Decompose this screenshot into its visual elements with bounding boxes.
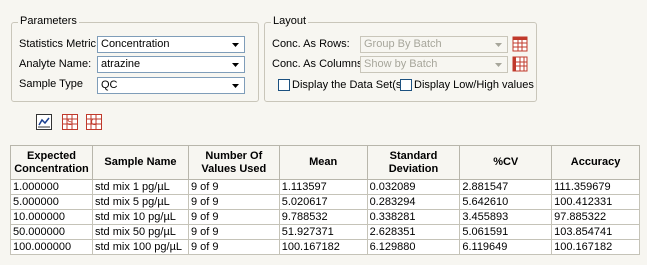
c-grid-icon[interactable]: C	[86, 114, 102, 130]
table-cell[interactable]: std mix 50 pg/µL	[91, 224, 189, 240]
table-cell[interactable]: 6.129880	[366, 239, 461, 255]
table-cell[interactable]: 2.881547	[459, 179, 553, 195]
table-cell[interactable]: 100.412331	[551, 194, 640, 210]
conc-rows-label: Conc. As Rows:	[272, 38, 350, 50]
table-cell[interactable]: 9.788532	[278, 209, 368, 225]
table-cell[interactable]: 1.000000	[10, 179, 93, 195]
table-cell[interactable]: 111.359679	[551, 179, 640, 195]
display-data-set-label[interactable]: Display the Data Set(s)	[292, 79, 405, 91]
table-cell[interactable]: 97.885322	[551, 209, 640, 225]
table-row[interactable]: 1.000000 std mix 1 pg/µL 9 of 9 1.113597…	[10, 179, 640, 195]
display-low-high-label[interactable]: Display Low/High values	[414, 79, 534, 91]
s-grid-icon[interactable]: S	[62, 114, 78, 130]
sample-type-select[interactable]: QC	[97, 77, 245, 94]
svg-text:S: S	[67, 117, 73, 127]
table-cell[interactable]: std mix 5 pg/µL	[91, 194, 189, 210]
statistics-metric-select[interactable]: Concentration	[97, 36, 245, 53]
table-cell[interactable]: 0.032089	[366, 179, 461, 195]
table-cell[interactable]: std mix 10 pg/µL	[91, 209, 189, 225]
table-cell[interactable]: 9 of 9	[187, 224, 280, 240]
layout-title: Layout	[271, 15, 309, 27]
table-row[interactable]: 50.000000 std mix 50 pg/µL 9 of 9 51.927…	[10, 224, 640, 240]
table-cell[interactable]: std mix 100 pg/µL	[91, 239, 189, 255]
line-chart-icon[interactable]	[36, 114, 52, 130]
column-header[interactable]: Sample Name	[91, 145, 189, 180]
statistics-metric-value: Concentration	[101, 38, 170, 50]
conc-rows-value: Group By Batch	[364, 38, 442, 50]
svg-text:C: C	[91, 117, 98, 127]
conc-columns-select[interactable]: Show by Batch	[360, 56, 508, 73]
analyte-name-label: Analyte Name:	[19, 58, 92, 70]
table-cell[interactable]: 9 of 9	[187, 179, 280, 195]
column-header[interactable]: Standard Deviation	[366, 145, 461, 180]
column-header[interactable]: Number Of Values Used	[187, 145, 280, 180]
table-cell[interactable]: 100.000000	[10, 239, 93, 255]
analyte-name-value: atrazine	[101, 58, 141, 70]
table-cell[interactable]: 2.628351	[366, 224, 461, 240]
grid-icon[interactable]	[512, 56, 528, 72]
table-row[interactable]: 10.000000 std mix 10 pg/µL 9 of 9 9.7885…	[10, 209, 640, 225]
column-header[interactable]: %CV	[459, 145, 553, 180]
grid-icon[interactable]	[512, 36, 528, 52]
parameters-title: Parameters	[18, 15, 79, 27]
table-cell[interactable]: 9 of 9	[187, 239, 280, 255]
column-header[interactable]: Accuracy	[551, 145, 640, 180]
table-row[interactable]: 5.000000 std mix 5 pg/µL 9 of 9 5.020617…	[10, 194, 640, 210]
table-row[interactable]: 100.000000 std mix 100 pg/µL 9 of 9 100.…	[10, 239, 640, 255]
display-data-set-checkbox[interactable]	[278, 79, 290, 91]
table-cell[interactable]: 6.119649	[459, 239, 553, 255]
results-table: Expected Concentration Sample Name Numbe…	[10, 145, 640, 255]
display-low-high-checkbox[interactable]	[400, 79, 412, 91]
column-header[interactable]: Expected Concentration	[10, 145, 93, 180]
sample-type-value: QC	[101, 79, 118, 91]
table-cell[interactable]: 5.642610	[459, 194, 553, 210]
table-cell[interactable]: 50.000000	[10, 224, 93, 240]
analyte-name-select[interactable]: atrazine	[97, 56, 245, 73]
table-cell[interactable]: std mix 1 pg/µL	[91, 179, 189, 195]
table-cell[interactable]: 5.061591	[459, 224, 553, 240]
chevron-down-icon[interactable]	[228, 38, 243, 51]
table-cell[interactable]: 0.338281	[366, 209, 461, 225]
table-cell[interactable]: 10.000000	[10, 209, 93, 225]
table-cell[interactable]: 9 of 9	[187, 194, 280, 210]
statistics-metric-label: Statistics Metric:	[19, 38, 100, 50]
chevron-down-icon[interactable]	[228, 79, 243, 92]
table-cell[interactable]: 1.113597	[278, 179, 368, 195]
table-cell[interactable]: 51.927371	[278, 224, 368, 240]
table-cell[interactable]: 9 of 9	[187, 209, 280, 225]
conc-columns-label: Conc. As Columns:	[272, 58, 366, 70]
sample-type-label: Sample Type	[19, 78, 84, 90]
table-cell[interactable]: 100.167182	[278, 239, 368, 255]
conc-rows-select[interactable]: Group By Batch	[360, 36, 508, 53]
table-cell[interactable]: 100.167182	[551, 239, 640, 255]
conc-columns-value: Show by Batch	[364, 58, 438, 70]
table-header-row: Expected Concentration Sample Name Numbe…	[10, 145, 640, 180]
table-cell[interactable]: 0.283294	[366, 194, 461, 210]
chevron-down-icon[interactable]	[491, 38, 506, 51]
table-cell[interactable]: 103.854741	[551, 224, 640, 240]
chevron-down-icon[interactable]	[228, 58, 243, 71]
table-cell[interactable]: 5.020617	[278, 194, 368, 210]
table-cell[interactable]: 5.000000	[10, 194, 93, 210]
table-cell[interactable]: 3.455893	[459, 209, 553, 225]
chevron-down-icon[interactable]	[491, 58, 506, 71]
column-header[interactable]: Mean	[278, 145, 368, 180]
